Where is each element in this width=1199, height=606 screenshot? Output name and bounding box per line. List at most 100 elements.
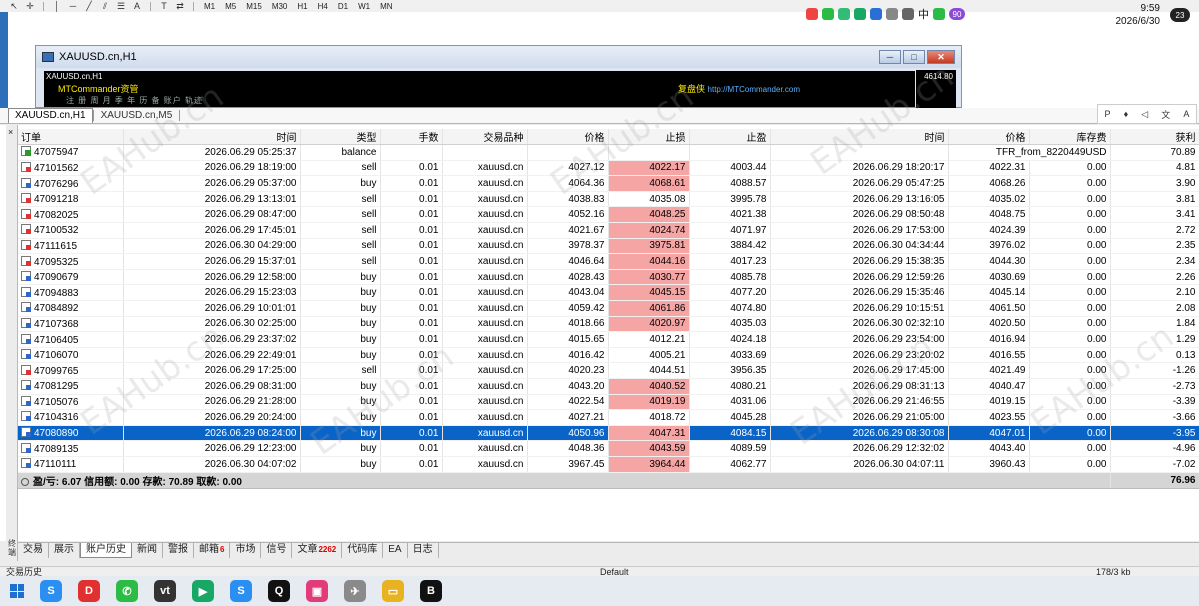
chart-tab[interactable]: XAUUSD.cn,M5	[94, 108, 180, 123]
mtcommander-label[interactable]: MTCommander资管	[58, 82, 139, 95]
terminal-tab[interactable]: 账户历史	[80, 543, 132, 558]
terminal-tab[interactable]: 市场	[230, 543, 262, 558]
app-s2-icon[interactable]: S	[230, 580, 252, 602]
table-row[interactable]: 47101562 2026.06.29 18:19:00 sell 0.01 xauus…	[18, 160, 1199, 177]
timeframe-m1[interactable]: M1	[201, 2, 218, 11]
table-row[interactable]: 47107368 2026.06.30 02:25:00 buy 0.01 xauusd…	[18, 316, 1199, 333]
channel-icon[interactable]: ☰	[115, 1, 127, 11]
col-order[interactable]: 订单	[18, 129, 124, 146]
table-row[interactable]: 47076296 2026.06.29 05:37:00 buy 0.01 xauusd…	[18, 175, 1199, 192]
text-icon[interactable]: A	[131, 1, 143, 11]
terminal-tab[interactable]: 展示	[49, 543, 80, 558]
app-d-icon[interactable]: D	[78, 580, 100, 602]
tray-bluetooth-icon[interactable]	[870, 8, 882, 20]
tray-network-icon[interactable]	[886, 8, 898, 20]
terminal-tab[interactable]: 邮箱6	[194, 543, 231, 558]
table-row[interactable]: 47091218 2026.06.29 13:13:01 sell 0.01 xauus…	[18, 191, 1199, 208]
table-row[interactable]: 47105076 2026.06.29 21:28:00 buy 0.01 xauusd…	[18, 394, 1199, 411]
col-open-price[interactable]: 价格	[527, 129, 609, 146]
terminal-tab[interactable]: 日志	[408, 543, 439, 558]
tray-language[interactable]: 中	[918, 6, 929, 22]
float-tool-icon[interactable]: A	[1183, 109, 1189, 119]
table-row[interactable]: 47106070 2026.06.29 22:49:01 buy 0.01 xauusd…	[18, 347, 1199, 364]
label-icon[interactable]: T	[158, 1, 170, 11]
table-row[interactable]: 47111615 2026.06.30 04:29:00 sell 0.01 xauus…	[18, 238, 1199, 255]
terminal-close-icon[interactable]: ×	[8, 127, 13, 137]
table-row[interactable]: 47084892 2026.06.29 10:01:01 buy 0.01 xauusd…	[18, 300, 1199, 317]
table-row[interactable]: 47081295 2026.06.29 08:31:00 buy 0.01 xauusd…	[18, 378, 1199, 395]
table-row[interactable]: 47110111 2026.06.30 04:07:02 buy 0.01 xauusd…	[18, 456, 1199, 473]
minimize-button[interactable]: ─	[879, 50, 901, 64]
col-symbol[interactable]: 交易品种	[442, 129, 528, 146]
taskbar-clock[interactable]: 9:59 2026/6/30	[1104, 2, 1161, 28]
shapes-icon[interactable]: ⇄	[174, 1, 186, 11]
float-tool-icon[interactable]: ◁	[1141, 109, 1148, 120]
table-row[interactable]: 47104316 2026.06.29 20:24:00 buy 0.01 xauusd…	[18, 409, 1199, 426]
chart-window-titlebar[interactable]: XAUUSD.cn,H1 ─ □ ✕	[36, 46, 961, 68]
tray-ime-icon[interactable]	[933, 8, 945, 20]
app-b-icon[interactable]: B	[420, 580, 442, 602]
timeframe-d1[interactable]: D1	[335, 2, 351, 11]
app-plane-icon[interactable]: ✈	[344, 580, 366, 602]
terminal-tab[interactable]: 新闻	[132, 543, 163, 558]
col-profit[interactable]: 获利	[1110, 129, 1199, 146]
tray-wechat-icon[interactable]	[822, 8, 834, 20]
tray-shield-icon[interactable]	[838, 8, 850, 20]
app-vt-icon[interactable]: vt	[154, 580, 176, 602]
col-type[interactable]: 类型	[300, 129, 381, 146]
terminal-tab[interactable]: 交易	[18, 543, 49, 558]
terminal-tab[interactable]: 警报	[163, 543, 194, 558]
table-row[interactable]: 47090679 2026.06.29 12:58:00 buy 0.01 xauusd…	[18, 269, 1199, 286]
terminal-tab[interactable]: 信号	[261, 543, 293, 558]
close-button[interactable]: ✕	[927, 50, 955, 64]
copy-link[interactable]: 复盘侠 http://MTCommander.com	[678, 82, 800, 95]
vertical-line-icon[interactable]: │	[51, 1, 63, 11]
col-tp[interactable]: 止盈	[689, 129, 771, 146]
timeframe-w1[interactable]: W1	[355, 2, 373, 11]
float-tool-icon[interactable]: P	[1105, 109, 1111, 119]
chart-tab[interactable]: XAUUSD.cn,H1	[8, 108, 93, 123]
timeframe-h4[interactable]: H4	[315, 2, 331, 11]
wechat-icon[interactable]: ✆	[116, 580, 138, 602]
table-row[interactable]: 47095325 2026.06.29 15:37:01 sell 0.01 xauus…	[18, 253, 1199, 270]
terminal-tab[interactable]: 代码库	[342, 543, 384, 558]
timeframe-m30[interactable]: M30	[269, 2, 291, 11]
table-row[interactable]: 47080890 2026.06.29 08:24:00 buy 0.01 xauusd…	[18, 425, 1199, 442]
col-close-price[interactable]: 价格	[948, 129, 1030, 146]
mtcommander-menu[interactable]: 注 册 周 月 季 年 历 备 账户 轨迹	[66, 95, 203, 106]
app-game-icon[interactable]: ▶	[192, 580, 214, 602]
tray-volume-icon[interactable]	[902, 8, 914, 20]
table-row[interactable]: 47089135 2026.06.29 12:23:00 buy 0.01 xauusd…	[18, 440, 1199, 457]
table-row[interactable]: 47100532 2026.06.29 17:45:01 sell 0.01 xauus…	[18, 222, 1199, 239]
timeframe-h1[interactable]: H1	[294, 2, 310, 11]
timeframe-mn[interactable]: MN	[377, 2, 395, 11]
notification-badge[interactable]: 23	[1170, 8, 1190, 22]
tray-badge-icon[interactable]: 90	[949, 8, 965, 20]
maximize-button[interactable]: □	[903, 50, 925, 64]
app-s-icon[interactable]: S	[40, 580, 62, 602]
fibonacci-icon[interactable]: ⫽	[99, 1, 111, 11]
chart-canvas[interactable]: XAUUSD.cn,H1 MTCommander资管 注 册 周 月 季 年 历…	[44, 71, 915, 107]
table-row[interactable]: 47099765 2026.06.29 17:25:00 sell 0.01 xauus…	[18, 362, 1199, 379]
crosshair-icon[interactable]: ✛	[24, 1, 36, 11]
col-sl[interactable]: 止损	[608, 129, 690, 146]
qq-icon[interactable]: Q	[268, 580, 290, 602]
app-screen-icon[interactable]: ▣	[306, 580, 328, 602]
table-row[interactable]: 47106405 2026.06.29 23:37:02 buy 0.01 xauusd…	[18, 331, 1199, 348]
float-tool-icon[interactable]: 文	[1161, 108, 1170, 121]
timeframe-m5[interactable]: M5	[222, 2, 239, 11]
float-tool-icon[interactable]: ♦	[1124, 109, 1129, 119]
trendline-icon[interactable]: ╱	[83, 1, 95, 11]
table-row[interactable]: 47082025 2026.06.29 08:47:00 sell 0.01 xauus…	[18, 206, 1199, 224]
balance-row[interactable]: 47075947 2026.06.29 05:25:37 balance TFR…	[18, 144, 1199, 161]
arrow-icon[interactable]: ↖	[8, 1, 20, 11]
tray-app-icon[interactable]	[806, 8, 818, 20]
table-row[interactable]: 47094883 2026.06.29 15:23:03 buy 0.01 xauusd…	[18, 284, 1199, 302]
horizontal-line-icon[interactable]: ─	[67, 1, 79, 11]
start-icon[interactable]	[10, 584, 24, 598]
col-open-time[interactable]: 时间	[123, 129, 301, 146]
chart-window[interactable]: XAUUSD.cn,H1 ─ □ ✕ XAUUSD.cn,H1 MTComman…	[35, 45, 962, 108]
terminal-tab[interactable]: 文章2262	[292, 543, 343, 558]
terminal-tab[interactable]: EA	[383, 543, 408, 558]
timeframe-m15[interactable]: M15	[243, 2, 265, 11]
